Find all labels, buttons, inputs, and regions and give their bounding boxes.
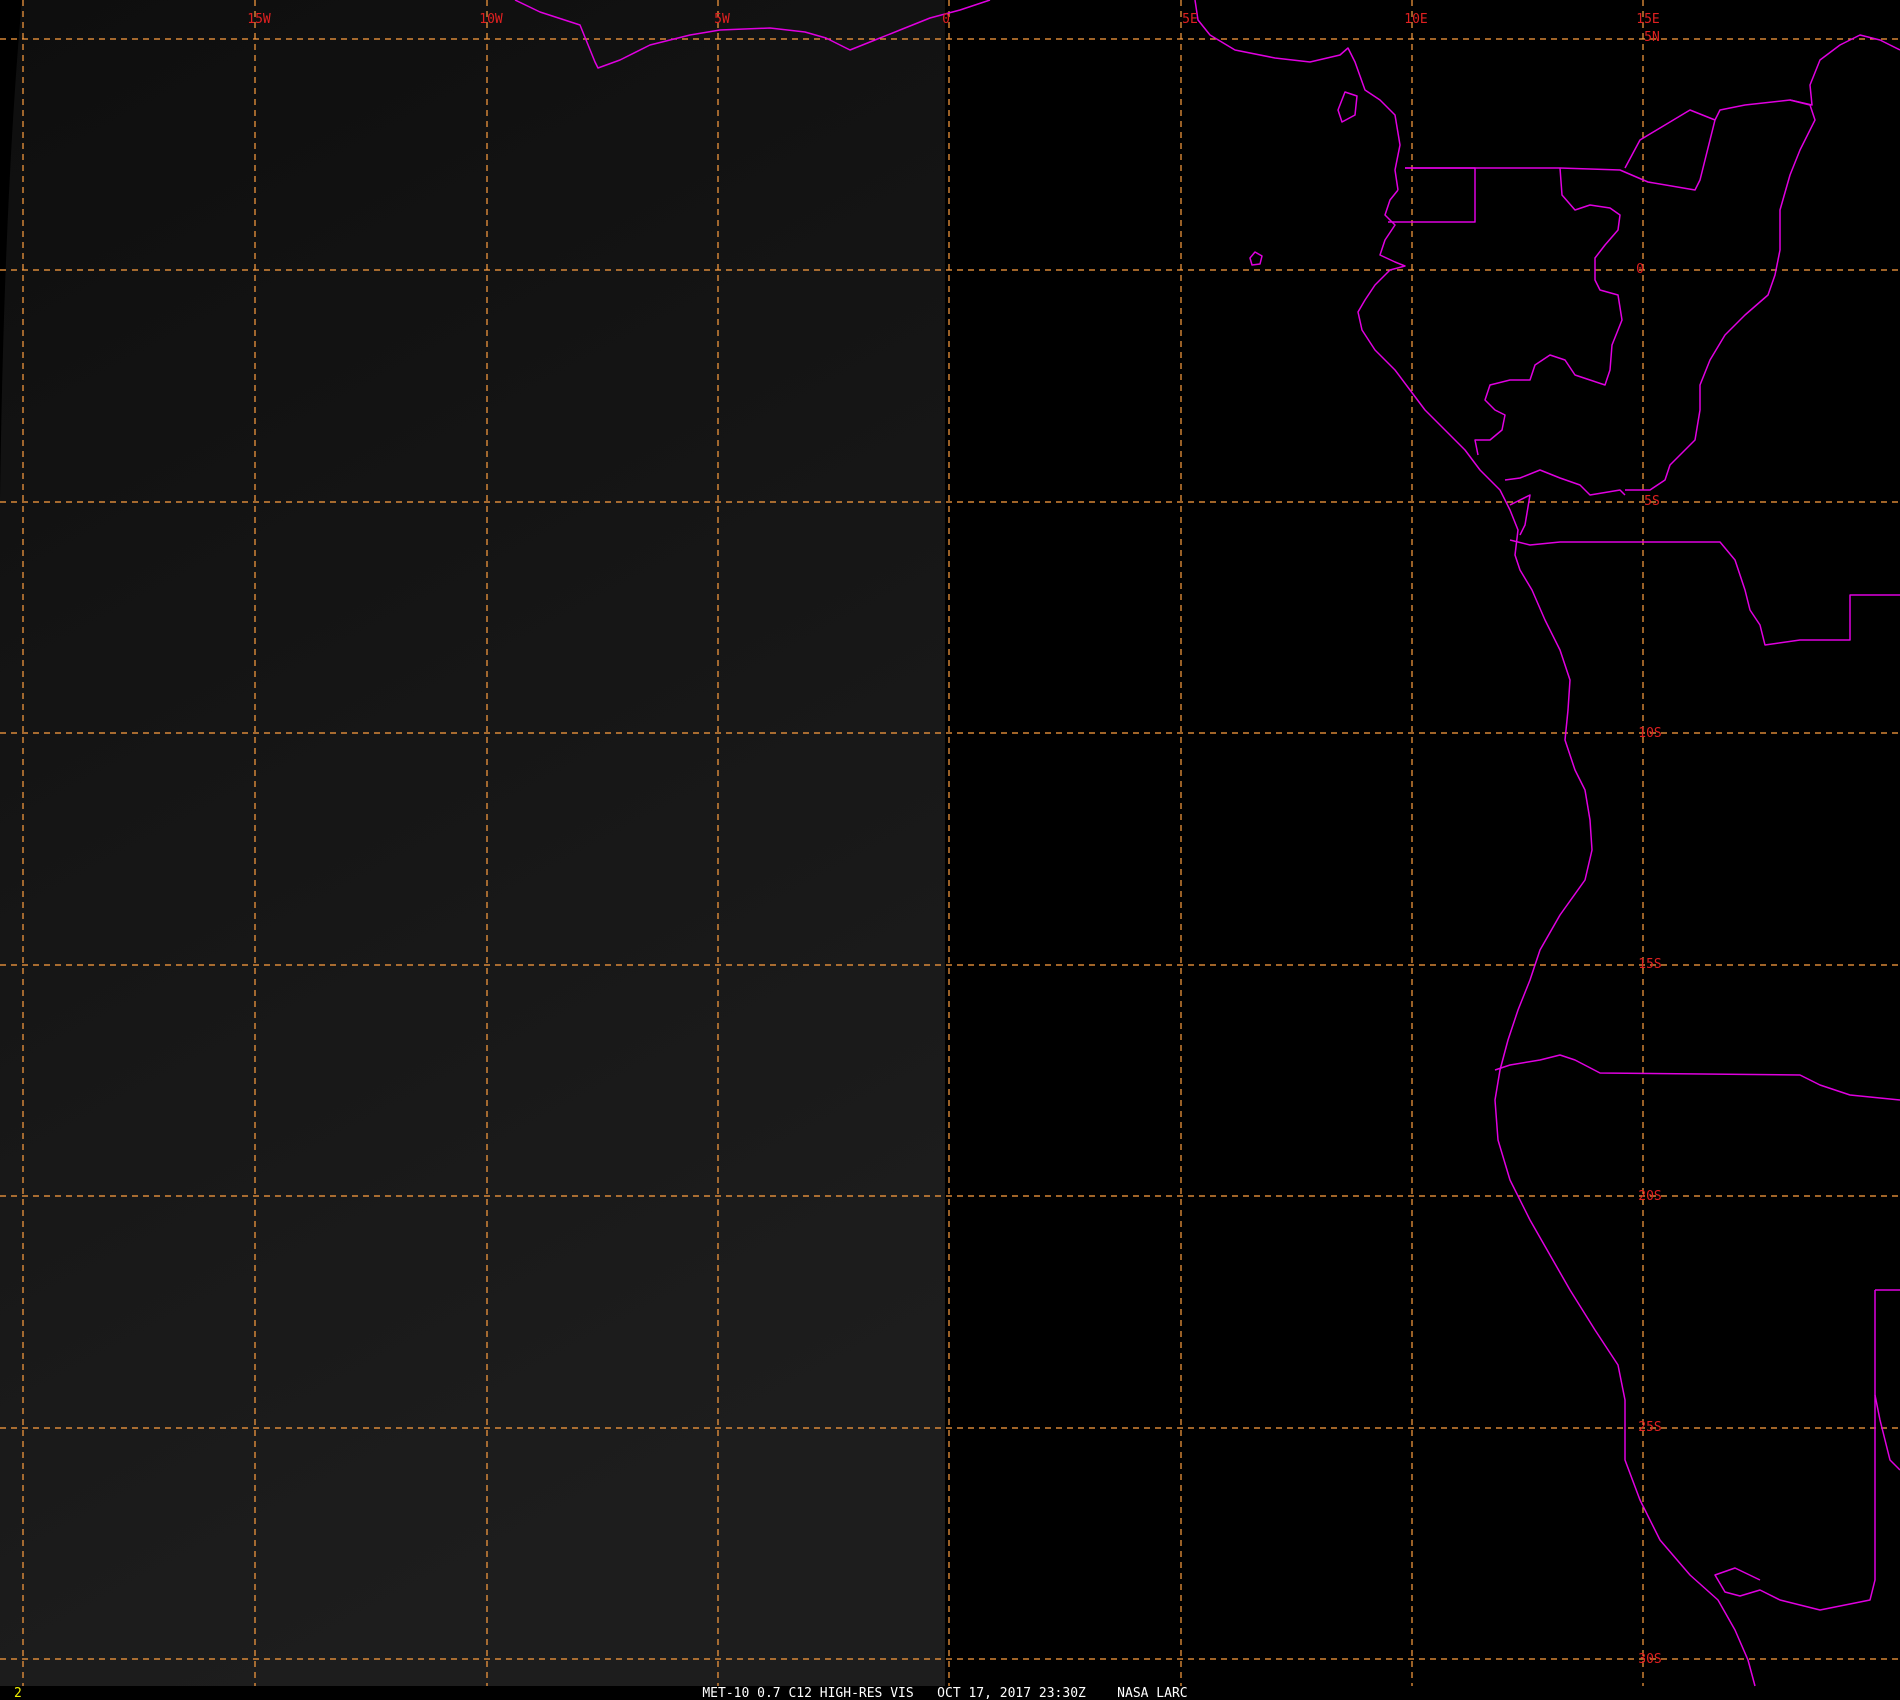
latitude-label: 30S bbox=[1638, 1652, 1661, 1667]
longitude-label: 10W bbox=[479, 12, 503, 27]
latitude-label: 15S bbox=[1638, 957, 1661, 972]
longitude-label: 15W bbox=[247, 12, 271, 27]
latitude-label: 0 bbox=[1636, 262, 1644, 277]
longitude-label: 10E bbox=[1404, 12, 1427, 27]
longitude-label: 5E bbox=[1182, 12, 1198, 27]
longitude-label: 5W bbox=[714, 12, 730, 27]
frame-number: 2 bbox=[14, 1686, 22, 1700]
latitude-label: 20S bbox=[1638, 1189, 1661, 1204]
image-caption: MET-10 0.7 C12 HIGH-RES VIS OCT 17, 2017… bbox=[702, 1686, 1187, 1700]
latitude-label: 10S bbox=[1638, 726, 1661, 741]
longitude-label: 0 bbox=[942, 12, 950, 27]
latitude-label: 25S bbox=[1638, 1420, 1661, 1435]
satellite-map: 15W 10W 5W 0 5E 10E 15E 5N 0 5S 10S 15S … bbox=[0, 0, 1900, 1700]
latitude-label: 5N bbox=[1644, 30, 1660, 45]
longitude-label: 15E bbox=[1636, 12, 1659, 27]
latitude-label: 5S bbox=[1644, 494, 1660, 509]
satellite-disk bbox=[0, 0, 945, 1686]
